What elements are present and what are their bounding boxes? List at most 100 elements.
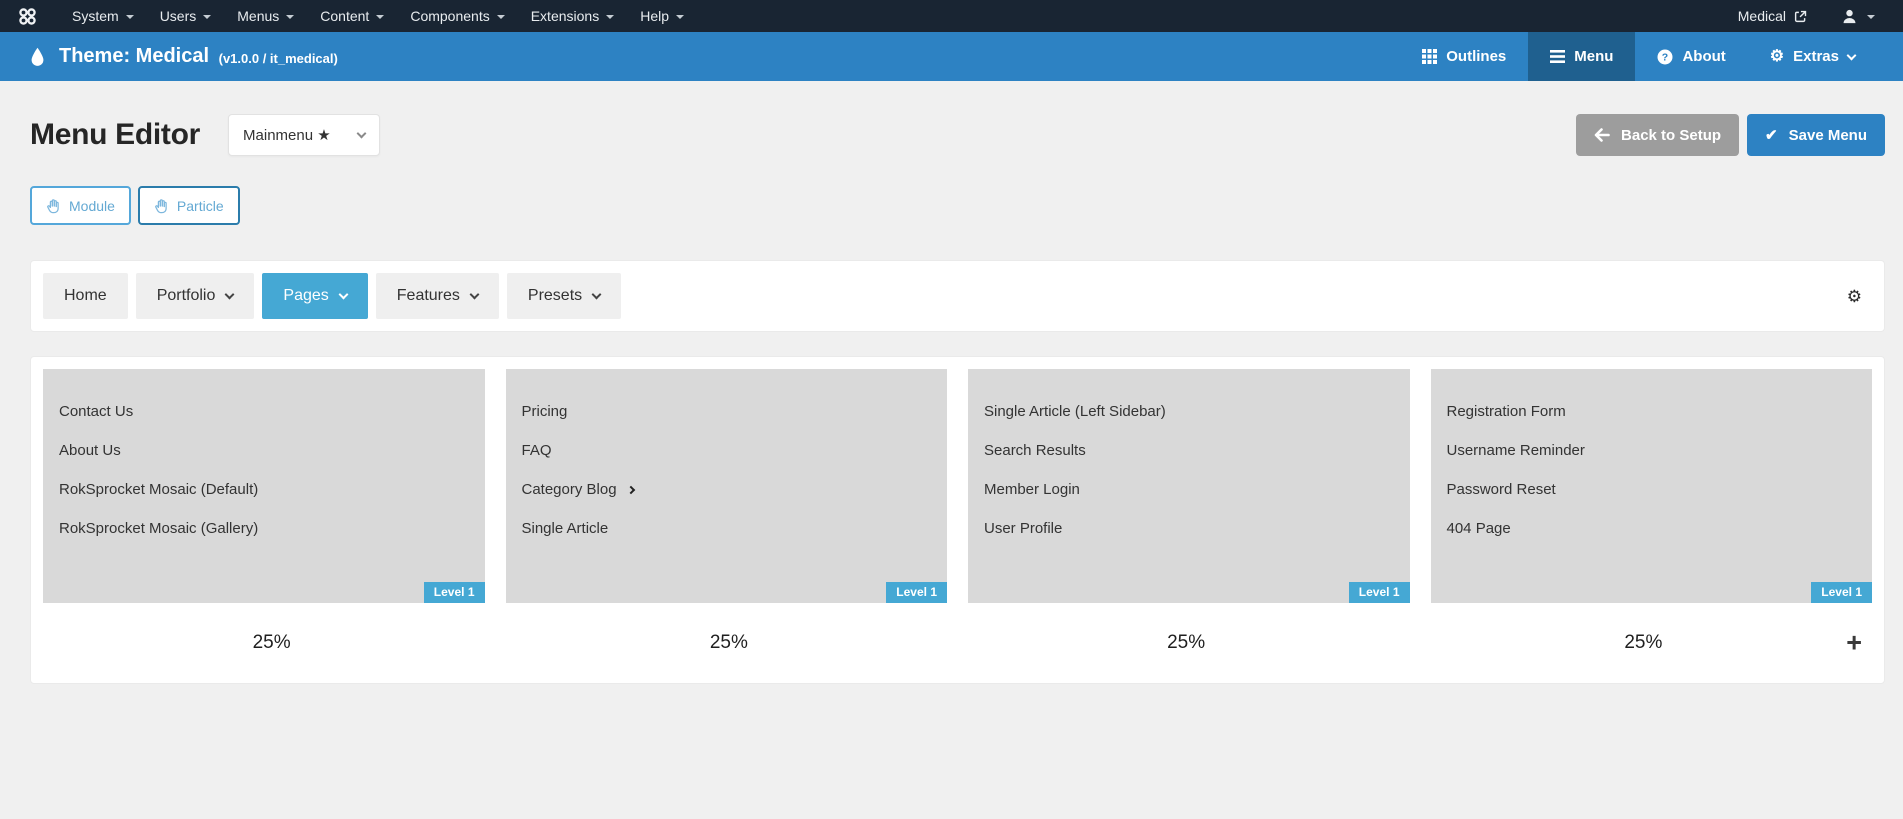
submenu-item-label: 404 Page <box>1447 520 1511 537</box>
submenu-item[interactable]: User Profile <box>968 509 1410 548</box>
menu-item-presets[interactable]: Presets <box>507 273 621 319</box>
caret-down-icon <box>376 15 384 19</box>
tab-about[interactable]: ? About <box>1635 32 1747 81</box>
caret-down-icon <box>606 15 614 19</box>
theme-tabs: Outlines Menu ? About ⚙ Extras <box>1400 32 1903 81</box>
menu-item-pages-label: Pages <box>283 287 328 305</box>
submenu-item[interactable]: 404 Page <box>1431 509 1873 548</box>
submenu-item[interactable]: Category Blog <box>506 470 948 509</box>
submenu-item[interactable]: About Us <box>43 431 485 470</box>
header-row: Menu Editor Mainmenu ★ Back to Setup ✔ S… <box>30 114 1885 156</box>
theme-name: Theme: Medical <box>59 45 209 67</box>
submenu-item-label: RokSprocket Mosaic (Gallery) <box>59 520 258 537</box>
column-width-value[interactable]: 25% <box>958 632 1415 654</box>
level-badge: Level 1 <box>886 582 947 603</box>
tab-outlines[interactable]: Outlines <box>1400 32 1528 81</box>
column-width-value[interactable]: 25% <box>43 632 500 654</box>
menu-item-home[interactable]: Home <box>43 273 128 319</box>
chevron-down-icon <box>469 289 479 299</box>
menu-content[interactable]: Content <box>307 8 397 24</box>
submenu-item-label: Search Results <box>984 442 1086 459</box>
site-preview-link[interactable]: Medical <box>1738 8 1807 24</box>
menu-menus-label: Menus <box>237 8 279 24</box>
caret-down-icon <box>126 15 134 19</box>
submenu-item[interactable]: Pricing <box>506 392 948 431</box>
caret-down-icon <box>203 15 211 19</box>
theme-version: (v1.0.0 / it_medical) <box>219 51 338 66</box>
particle-drag-button[interactable]: Particle <box>138 186 240 225</box>
menu-item-portfolio[interactable]: Portfolio <box>136 273 255 319</box>
submenu-item[interactable]: Password Reset <box>1431 470 1873 509</box>
tab-menu[interactable]: Menu <box>1528 32 1635 81</box>
hamburger-icon <box>1550 50 1565 63</box>
joomla-logo-icon[interactable] <box>18 7 37 26</box>
menu-extensions-label: Extensions <box>531 8 599 24</box>
menu-extensions[interactable]: Extensions <box>518 8 627 24</box>
theme-title: Theme: Medical (v1.0.0 / it_medical) <box>30 32 338 81</box>
droplet-icon <box>30 47 45 67</box>
page-content: Menu Editor Mainmenu ★ Back to Setup ✔ S… <box>0 114 1903 684</box>
submenu-item-label: Username Reminder <box>1447 442 1585 459</box>
level-badge: Level 1 <box>424 582 485 603</box>
submenu-item[interactable]: Single Article (Left Sidebar) <box>968 392 1410 431</box>
back-to-setup-button[interactable]: Back to Setup <box>1576 114 1739 156</box>
tab-extras-label: Extras <box>1793 48 1839 65</box>
submenu-item-label: Contact Us <box>59 403 133 420</box>
submenu-item[interactable]: Member Login <box>968 470 1410 509</box>
menu-settings-gear-icon[interactable]: ⚙ <box>1847 288 1872 305</box>
tab-menu-label: Menu <box>1574 48 1613 65</box>
menu-item-pages[interactable]: Pages <box>262 273 367 319</box>
submenu-item-label: FAQ <box>522 442 552 459</box>
save-menu-button[interactable]: ✔ Save Menu <box>1747 114 1885 156</box>
column-width-value[interactable]: 25% <box>1415 632 1872 654</box>
submenu-item[interactable]: Search Results <box>968 431 1410 470</box>
admin-menu: System Users Menus Content Components Ex… <box>59 8 697 24</box>
level-badge: Level 1 <box>1349 582 1410 603</box>
submenu-item[interactable]: Username Reminder <box>1431 431 1873 470</box>
menu-users-label: Users <box>160 8 197 24</box>
submenu-item[interactable]: RokSprocket Mosaic (Default) <box>43 470 485 509</box>
admin-bar-right: Medical <box>1738 8 1875 25</box>
theme-bar: Theme: Medical (v1.0.0 / it_medical) Out… <box>0 32 1903 81</box>
hand-grab-icon <box>46 198 61 214</box>
submenu-item[interactable]: FAQ <box>506 431 948 470</box>
menu-components[interactable]: Components <box>397 8 517 24</box>
caret-down-icon <box>286 15 294 19</box>
column-width-row: 25% 25% 25% 25% + <box>43 603 1872 683</box>
menu-users[interactable]: Users <box>147 8 225 24</box>
submenu-item[interactable]: RokSprocket Mosaic (Gallery) <box>43 509 485 548</box>
menu-item-portfolio-label: Portfolio <box>157 287 216 305</box>
submenu-item-label: User Profile <box>984 520 1062 537</box>
user-menu[interactable] <box>1841 8 1875 25</box>
menu-select-value: Mainmenu ★ <box>243 126 331 144</box>
caret-down-icon <box>676 15 684 19</box>
submenu-item[interactable]: Registration Form <box>1431 392 1873 431</box>
particle-label: Particle <box>177 198 224 214</box>
menu-system[interactable]: System <box>59 8 147 24</box>
column-width-value[interactable]: 25% <box>500 632 957 654</box>
submenu-column-2: Pricing FAQ Category Blog Single Article… <box>506 369 948 603</box>
submenu-columns: Contact Us About Us RokSprocket Mosaic (… <box>43 369 1872 603</box>
tab-extras[interactable]: ⚙ Extras <box>1748 32 1877 81</box>
chevron-down-icon <box>225 289 235 299</box>
menu-content-label: Content <box>320 8 369 24</box>
toolbox: Module Particle <box>30 186 1885 225</box>
module-drag-button[interactable]: Module <box>30 186 131 225</box>
chevron-down-icon <box>357 128 367 138</box>
menu-bar: Home Portfolio Pages Features Presets ⚙ <box>30 260 1885 332</box>
submenu-item[interactable]: Single Article <box>506 509 948 548</box>
caret-down-icon <box>1867 15 1875 19</box>
admin-bar: System Users Menus Content Components Ex… <box>0 0 1903 32</box>
menu-item-features[interactable]: Features <box>376 273 499 319</box>
submenu-column-4: Registration Form Username Reminder Pass… <box>1431 369 1873 603</box>
submenu-column-1: Contact Us About Us RokSprocket Mosaic (… <box>43 369 485 603</box>
gear-icon: ⚙ <box>1770 49 1784 65</box>
add-column-button[interactable]: + <box>1846 630 1862 657</box>
menu-help[interactable]: Help <box>627 8 697 24</box>
submenu-item[interactable]: Contact Us <box>43 392 485 431</box>
menu-item-presets-label: Presets <box>528 287 582 305</box>
menu-select[interactable]: Mainmenu ★ <box>228 114 380 156</box>
submenu-editor-card: Contact Us About Us RokSprocket Mosaic (… <box>30 356 1885 684</box>
menu-menus[interactable]: Menus <box>224 8 307 24</box>
module-label: Module <box>69 198 115 214</box>
